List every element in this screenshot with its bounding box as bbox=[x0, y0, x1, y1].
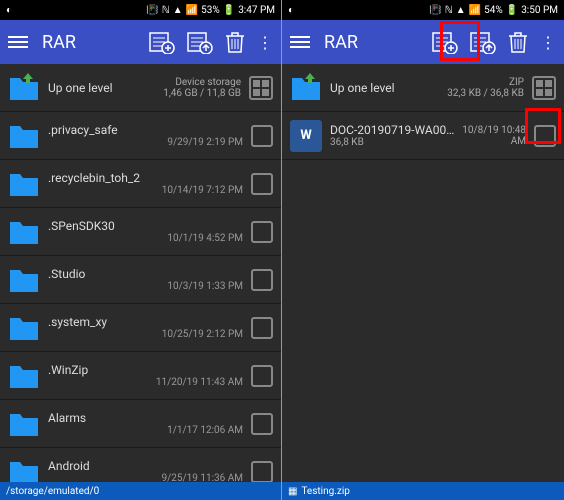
app-indicator-icon: ◐ bbox=[6, 5, 12, 16]
folder-icon bbox=[8, 410, 40, 438]
folder-icon bbox=[8, 170, 40, 198]
nfc-icon: ℕ bbox=[445, 5, 453, 16]
wifi-icon: ▲ bbox=[173, 5, 183, 16]
storage-label: Device storage bbox=[175, 77, 241, 88]
file-name: Android bbox=[48, 459, 243, 473]
storage-size: 1,46 GB / 11,8 GB bbox=[163, 88, 241, 99]
time: 3:50 PM bbox=[521, 5, 558, 16]
battery-percent: 54% bbox=[484, 5, 503, 16]
menu-icon[interactable] bbox=[8, 36, 28, 48]
file-date: 11/20/19 11:43 AM bbox=[48, 377, 243, 388]
folder-icon bbox=[8, 266, 40, 294]
file-list[interactable]: Up one level ZIP 32,3 KB / 36,8 KB W DOC… bbox=[282, 64, 564, 482]
checkbox[interactable] bbox=[251, 125, 273, 147]
checkbox[interactable] bbox=[251, 221, 273, 243]
signal-icon: 📶 bbox=[186, 5, 198, 16]
docx-icon: W bbox=[290, 120, 322, 152]
app-bar: RAR ⋮ bbox=[282, 20, 564, 64]
menu-icon[interactable] bbox=[290, 36, 310, 48]
file-date: 9/25/19 11:36 AM bbox=[48, 473, 243, 482]
checkbox[interactable] bbox=[251, 413, 273, 435]
folder-up-icon bbox=[290, 74, 322, 102]
checkbox[interactable] bbox=[251, 365, 273, 387]
list-item[interactable]: .system_xy 10/25/19 2:12 PM bbox=[0, 304, 281, 352]
time: 3:47 PM bbox=[238, 5, 275, 16]
file-date: 10/1/19 4:52 PM bbox=[48, 233, 243, 244]
signal-icon: 📶 bbox=[469, 5, 481, 16]
up-label: Up one level bbox=[48, 81, 113, 95]
storage-size: 32,3 KB / 36,8 KB bbox=[447, 88, 524, 99]
path-bar[interactable]: /storage/emulated/0 bbox=[0, 482, 281, 500]
battery-icon: 🔋 bbox=[506, 5, 518, 16]
folder-icon bbox=[8, 314, 40, 342]
file-date: 1/1/17 12:06 AM bbox=[48, 425, 243, 436]
nfc-icon: ℕ bbox=[162, 5, 170, 16]
wifi-icon: ▲ bbox=[456, 5, 466, 16]
more-icon[interactable]: ⋮ bbox=[540, 33, 556, 52]
file-date: 10/8/19 10:48 AM bbox=[460, 125, 526, 147]
list-item[interactable]: Alarms 1/1/17 12:06 AM bbox=[0, 400, 281, 448]
file-name: .Studio bbox=[48, 267, 243, 281]
file-list[interactable]: Up one level Device storage 1,46 GB / 11… bbox=[0, 64, 281, 482]
list-item[interactable]: .privacy_safe 9/29/19 2:19 PM bbox=[0, 112, 281, 160]
list-item[interactable]: Android 9/25/19 11:36 AM bbox=[0, 448, 281, 482]
file-size: 36,8 KB bbox=[330, 137, 460, 148]
file-name: .recyclebin_toh_2 bbox=[48, 171, 243, 185]
checkbox[interactable] bbox=[251, 461, 273, 483]
app-title: RAR bbox=[42, 32, 141, 53]
extract-archive-icon[interactable] bbox=[470, 30, 496, 54]
path-text: Testing.zip bbox=[301, 486, 349, 497]
checkbox[interactable] bbox=[251, 173, 273, 195]
checkbox[interactable] bbox=[251, 269, 273, 291]
folder-icon bbox=[8, 362, 40, 390]
path-bar[interactable]: ▦ Testing.zip bbox=[282, 482, 564, 500]
battery-percent: 53% bbox=[201, 5, 220, 16]
file-date: 10/14/19 7:12 PM bbox=[48, 185, 243, 196]
file-date: 10/3/19 1:33 PM bbox=[48, 281, 243, 292]
extract-archive-icon[interactable] bbox=[187, 30, 213, 54]
add-archive-icon[interactable] bbox=[149, 30, 175, 54]
folder-icon bbox=[8, 122, 40, 150]
list-item[interactable]: .Studio 10/3/19 1:33 PM bbox=[0, 256, 281, 304]
status-bar: ◐ 📳 ℕ ▲ 📶 53% 🔋 3:47 PM bbox=[0, 0, 281, 20]
screen-left: ◐ 📳 ℕ ▲ 📶 53% 🔋 3:47 PM RAR ⋮ bbox=[0, 0, 282, 500]
up-one-level-row[interactable]: Up one level Device storage 1,46 GB / 11… bbox=[0, 64, 281, 112]
file-name: DOC-20190719-WA0000.docx bbox=[330, 123, 460, 137]
checkbox[interactable] bbox=[251, 317, 273, 339]
list-item[interactable]: .recyclebin_toh_2 10/14/19 7:12 PM bbox=[0, 160, 281, 208]
file-name: .WinZip bbox=[48, 363, 243, 377]
app-bar: RAR ⋮ bbox=[0, 20, 281, 64]
add-archive-icon[interactable] bbox=[432, 30, 458, 54]
more-icon[interactable]: ⋮ bbox=[257, 33, 273, 52]
vibrate-icon: 📳 bbox=[146, 5, 158, 16]
app-title: RAR bbox=[324, 32, 424, 53]
app-indicator-icon: ◐ bbox=[288, 5, 294, 16]
vibrate-icon: 📳 bbox=[429, 5, 441, 16]
list-item[interactable]: W DOC-20190719-WA0000.docx 36,8 KB 10/8/… bbox=[282, 112, 564, 160]
view-grid-button[interactable] bbox=[532, 76, 556, 100]
folder-icon bbox=[8, 218, 40, 246]
storage-label: ZIP bbox=[509, 77, 524, 88]
view-grid-button[interactable] bbox=[249, 76, 273, 100]
list-item[interactable]: .WinZip 11/20/19 11:43 AM bbox=[0, 352, 281, 400]
list-item[interactable]: .SPenSDK30 10/1/19 4:52 PM bbox=[0, 208, 281, 256]
folder-icon bbox=[8, 458, 40, 483]
file-date: 10/25/19 2:12 PM bbox=[48, 329, 243, 340]
file-name: Alarms bbox=[48, 411, 243, 425]
file-name: .SPenSDK30 bbox=[48, 219, 243, 233]
archive-icon: ▦ bbox=[288, 486, 297, 497]
screen-right: ◐ 📳 ℕ ▲ 📶 54% 🔋 3:50 PM RAR ⋮ bbox=[282, 0, 564, 500]
up-one-level-row[interactable]: Up one level ZIP 32,3 KB / 36,8 KB bbox=[282, 64, 564, 112]
folder-up-icon bbox=[8, 74, 40, 102]
file-date: 9/29/19 2:19 PM bbox=[48, 137, 243, 148]
status-bar: ◐ 📳 ℕ ▲ 📶 54% 🔋 3:50 PM bbox=[282, 0, 564, 20]
battery-icon: 🔋 bbox=[223, 5, 235, 16]
file-name: .system_xy bbox=[48, 315, 243, 329]
file-name: .privacy_safe bbox=[48, 123, 243, 137]
delete-icon[interactable] bbox=[508, 31, 528, 53]
path-text: /storage/emulated/0 bbox=[6, 486, 99, 497]
delete-icon[interactable] bbox=[225, 31, 245, 53]
checkbox[interactable] bbox=[534, 125, 556, 147]
up-label: Up one level bbox=[330, 81, 395, 95]
